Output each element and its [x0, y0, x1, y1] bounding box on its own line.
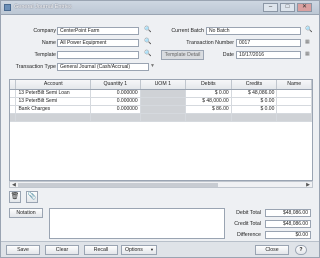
debits-cell[interactable]: $ 0.00: [185, 89, 232, 98]
scroll-right-icon[interactable]: ▶: [306, 182, 310, 188]
transaction-number-field[interactable]: 0017: [236, 39, 301, 47]
current-batch-label: Current Batch: [171, 28, 204, 34]
uom-cell[interactable]: [140, 89, 186, 98]
table-row[interactable]: 13 PeterBilt Semi Loan 0.000000 $ 0.00 $…: [10, 89, 312, 98]
template-field[interactable]: [57, 51, 139, 59]
attachment-icon[interactable]: 📎: [26, 191, 38, 203]
account-cell[interactable]: [15, 113, 92, 122]
current-batch-field[interactable]: No Batch: [206, 27, 301, 35]
transaction-type-label: Transaction Type: [15, 64, 56, 70]
name-cell[interactable]: [276, 105, 312, 114]
debits-cell[interactable]: $ 86.00: [185, 105, 232, 114]
company-label: Company: [33, 28, 56, 34]
minimize-button[interactable]: –: [263, 3, 278, 12]
credits-cell[interactable]: [231, 113, 278, 122]
close-button[interactable]: Close: [255, 245, 289, 255]
column-header-credits[interactable]: Credits: [231, 80, 278, 90]
app-icon: [4, 4, 11, 11]
credits-cell[interactable]: $ 0.00: [231, 97, 278, 106]
debits-cell[interactable]: $ 48,000.00: [185, 97, 232, 106]
table-row[interactable]: Bank Charges 0.000000 $ 86.00 $ 0.00: [10, 105, 312, 114]
template-lookup-icon[interactable]: 🔍: [144, 51, 151, 58]
difference-value: $0.00: [265, 231, 311, 239]
calendar-icon[interactable]: ▦: [305, 51, 312, 58]
journal-entry-window: General Journal Entries – □ ✕ Company Ce…: [0, 0, 320, 258]
save-button[interactable]: Save: [6, 245, 40, 255]
date-field[interactable]: 10/17/2016: [236, 51, 301, 59]
batch-lookup-icon[interactable]: 🔍: [305, 27, 312, 34]
quantity-cell[interactable]: 0.000000: [90, 89, 141, 98]
transaction-number-icon[interactable]: ▦: [305, 39, 312, 46]
name-cell[interactable]: [276, 89, 312, 98]
account-cell[interactable]: 13 PeterBilt Semi: [15, 97, 92, 106]
options-label: Options: [125, 247, 143, 253]
debit-total-label: Debit Total: [236, 210, 261, 216]
company-field[interactable]: CenterPoint Farm: [57, 27, 139, 35]
help-icon[interactable]: ?: [295, 245, 307, 255]
name-label: Name: [41, 40, 56, 46]
transaction-type-select[interactable]: General Journal (Cash/Accrual): [57, 63, 149, 71]
template-label: Template: [34, 52, 57, 58]
quantity-cell[interactable]: 0.000000: [90, 97, 141, 106]
dropdown-arrow-icon: ▼: [150, 247, 154, 252]
notation-button[interactable]: Notation: [9, 208, 43, 218]
credit-total-value: $48,086.00: [265, 220, 311, 228]
column-header-debits[interactable]: Debits: [185, 80, 232, 90]
company-lookup-icon[interactable]: 🔍: [144, 27, 151, 34]
credit-total-label: Credit Total: [234, 221, 261, 227]
account-cell[interactable]: Bank Charges: [15, 105, 92, 114]
recall-button[interactable]: Recall: [84, 245, 118, 255]
column-header-quantity[interactable]: Quantity 1: [90, 80, 141, 90]
horizontal-scrollbar[interactable]: ◀ ▶: [9, 181, 313, 188]
column-header-account[interactable]: Account: [15, 80, 92, 90]
journal-grid[interactable]: Account Quantity 1 UOM 1 Debits Credits …: [9, 79, 313, 181]
credits-cell[interactable]: $ 0.00: [231, 105, 278, 114]
uom-cell[interactable]: [140, 113, 186, 122]
window-title: General Journal Entries: [14, 4, 72, 10]
column-header-uom[interactable]: UOM 1: [140, 80, 186, 90]
name-cell[interactable]: [276, 97, 312, 106]
table-row[interactable]: 13 PeterBilt Semi 0.000000 $ 48,000.00 $…: [10, 97, 312, 106]
scroll-left-icon[interactable]: ◀: [12, 182, 16, 188]
name-cell[interactable]: [276, 113, 312, 122]
difference-label: Difference: [236, 232, 261, 238]
transaction-number-label: Transaction Number: [186, 40, 234, 46]
template-detail-button[interactable]: Template Detail: [161, 50, 204, 60]
options-button[interactable]: Options ▼: [121, 245, 157, 255]
quantity-cell[interactable]: 0.000000: [90, 105, 141, 114]
title-bar: General Journal Entries – □ ✕: [1, 1, 319, 15]
close-window-button[interactable]: ✕: [297, 3, 312, 12]
column-header-name[interactable]: Name: [276, 80, 312, 90]
credits-cell[interactable]: $ 48,086.00: [231, 89, 278, 98]
uom-cell[interactable]: [140, 97, 186, 106]
delete-row-icon[interactable]: 🗑: [9, 191, 21, 203]
name-field[interactable]: All Power Equipment: [57, 39, 139, 47]
new-entry-row[interactable]: [10, 113, 312, 122]
debits-cell[interactable]: [185, 113, 232, 122]
scrollbar-thumb[interactable]: [18, 183, 218, 187]
quantity-cell[interactable]: [90, 113, 141, 122]
name-lookup-icon[interactable]: 🔍: [144, 39, 151, 46]
notation-textarea[interactable]: [49, 208, 225, 239]
journal-table: Account Quantity 1 UOM 1 Debits Credits …: [10, 80, 312, 122]
account-cell[interactable]: 13 PeterBilt Semi Loan: [15, 89, 92, 98]
chevron-down-icon[interactable]: ▼: [150, 63, 157, 70]
clear-button[interactable]: Clear: [45, 245, 79, 255]
footer-bar: Save Clear Recall Options ▼ Close ?: [1, 241, 319, 257]
uom-cell[interactable]: [140, 105, 186, 114]
debit-total-value: $48,086.00: [265, 209, 311, 217]
maximize-button[interactable]: □: [280, 3, 295, 12]
date-label: Date: [222, 52, 234, 58]
